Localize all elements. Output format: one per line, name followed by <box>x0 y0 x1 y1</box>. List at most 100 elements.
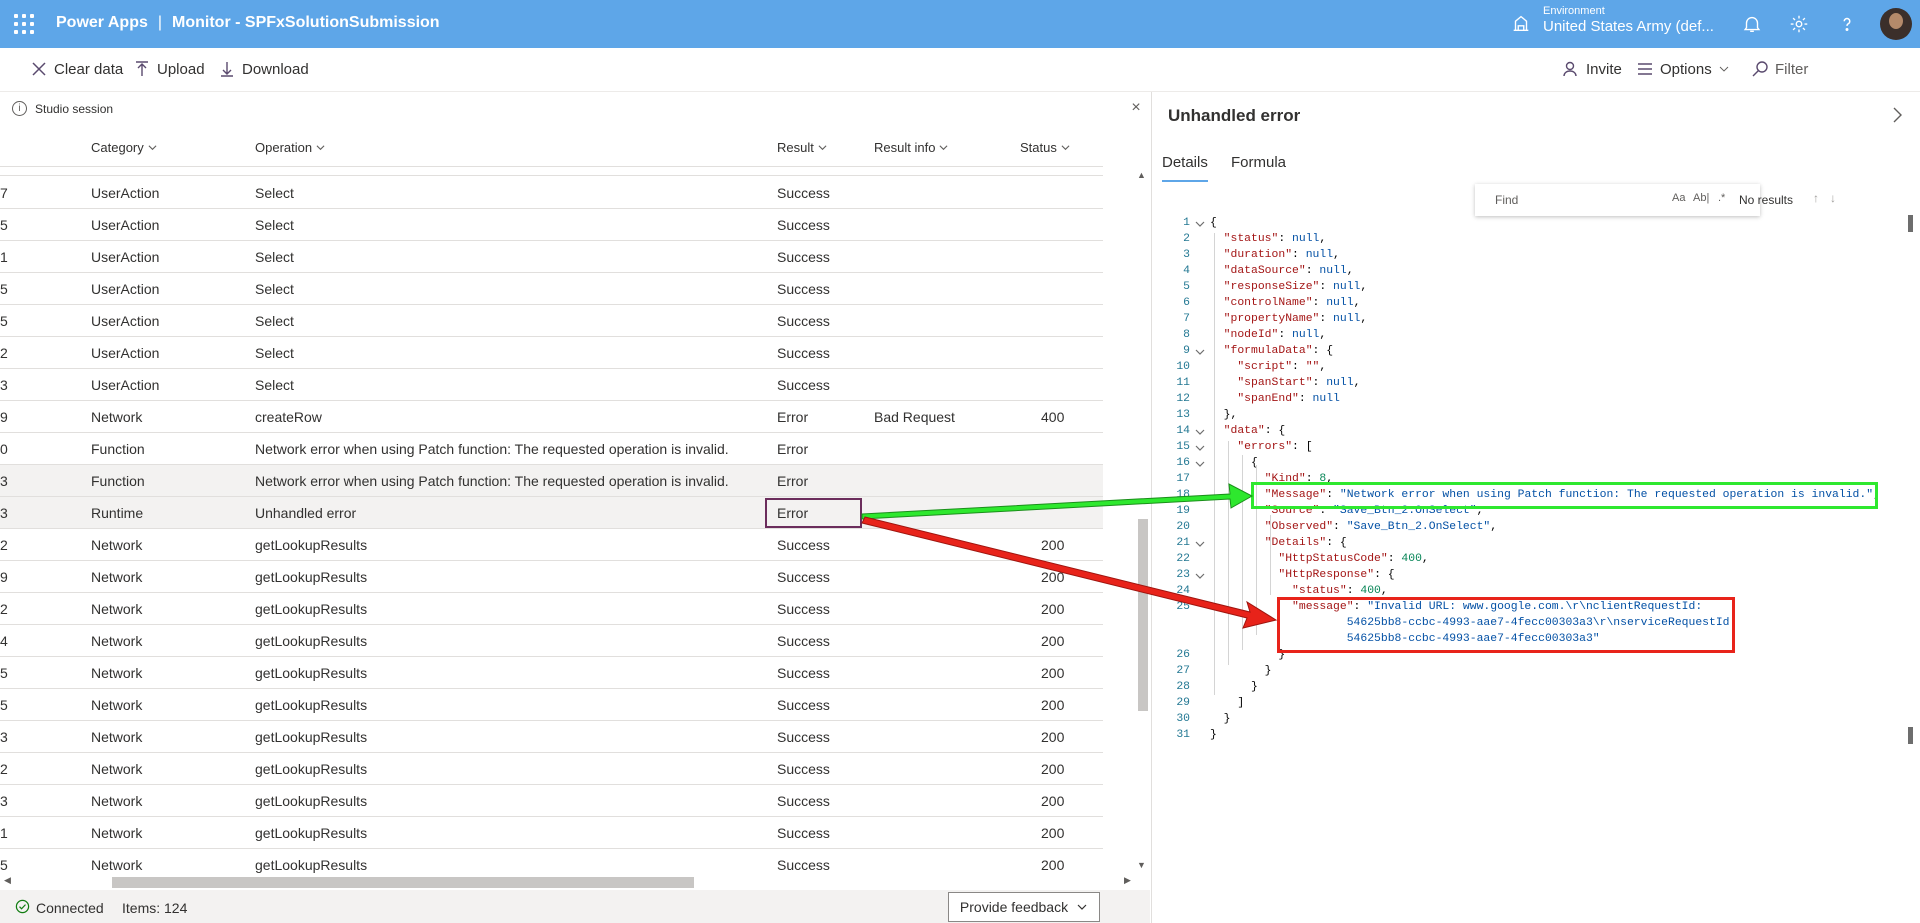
table-row[interactable]: 9 Network getLookupResults Success 200 <box>0 561 1103 593</box>
line-number: 18 <box>1176 489 1190 501</box>
provide-feedback-button[interactable]: Provide feedback <box>948 892 1100 922</box>
result-cell: Success <box>777 217 830 233</box>
settings-gear-icon[interactable] <box>1788 13 1810 35</box>
column-header-label: Category <box>91 140 144 155</box>
code-text: "formulaData": { <box>1210 345 1333 357</box>
fold-chevron-icon[interactable] <box>1195 347 1205 357</box>
category-cell: UserAction <box>91 281 160 297</box>
result-cell: Error <box>777 409 809 425</box>
column-header-result-info[interactable]: Result info <box>874 140 948 155</box>
table-row[interactable]: 2 Network getLookupResults Success 200 <box>0 529 1103 561</box>
fold-chevron-icon[interactable] <box>1195 219 1205 229</box>
table-row[interactable]: 3 UserAction Select Success <box>0 369 1103 401</box>
table-row[interactable]: 5 Network getLookupResults Success 200 <box>0 689 1103 721</box>
tab-details[interactable]: Details <box>1162 154 1208 182</box>
connection-status: Connected <box>36 900 104 916</box>
table-row[interactable]: 4 Network getLookupResults Success 200 <box>0 625 1103 657</box>
table-row[interactable]: 7 UserAction Select Success <box>0 177 1103 209</box>
code-token: , <box>1346 265 1354 277</box>
user-avatar[interactable] <box>1880 8 1912 40</box>
table-row[interactable]: 3 Function Network error when using Patch … <box>0 465 1103 497</box>
regex-icon[interactable]: .* <box>1718 192 1725 204</box>
fold-chevron-icon[interactable] <box>1195 539 1205 549</box>
indent-guide <box>1228 441 1229 665</box>
code-text: "Observed": "Save_Btn_2.OnSelect", <box>1210 521 1497 533</box>
fold-chevron-icon[interactable] <box>1195 459 1205 469</box>
line-number: 11 <box>1176 377 1190 389</box>
table-row[interactable]: 5 UserAction Select Success <box>0 305 1103 337</box>
row-index-cell: 3 <box>0 793 8 809</box>
invite-button[interactable]: Invite <box>1562 60 1622 78</box>
table-row[interactable]: 0 Function Network error when using Patch … <box>0 433 1103 465</box>
filter-button[interactable]: Filter <box>1751 60 1808 78</box>
scrollbar-thumb[interactable] <box>1138 519 1148 711</box>
code-token: null <box>1292 329 1320 341</box>
column-header-category[interactable]: Category <box>91 140 157 155</box>
status-cell: 400 <box>1041 409 1065 425</box>
code-text: } <box>1210 729 1217 741</box>
event-grid: 7 UserAction Select Success 5 UserAction Selec… <box>0 167 1103 873</box>
column-header-status[interactable]: Status <box>1020 140 1070 155</box>
scrollbar-thumb[interactable] <box>112 877 694 888</box>
table-row[interactable]: 1 UserAction Select Success <box>0 241 1103 273</box>
code-text: } <box>1210 681 1258 693</box>
download-button[interactable]: Download <box>218 60 309 78</box>
scroll-down-icon[interactable]: ▼ <box>1137 860 1146 870</box>
table-row-partial[interactable] <box>0 167 1103 176</box>
column-header-operation[interactable]: Operation <box>255 140 325 155</box>
code-token: null <box>1305 249 1334 261</box>
column-header-result[interactable]: Result <box>777 140 827 155</box>
code-token: : <box>1278 329 1293 341</box>
app-launcher-icon[interactable] <box>14 14 34 34</box>
code-token: : { <box>1312 345 1334 357</box>
line-number: 15 <box>1176 441 1190 453</box>
category-cell: UserAction <box>91 249 160 265</box>
next-match-icon[interactable]: ↓ <box>1830 191 1836 205</box>
table-row[interactable]: 3 Network getLookupResults Success 200 <box>0 721 1103 753</box>
row-index-cell: 7 <box>0 185 8 201</box>
upload-button[interactable]: Upload <box>133 60 205 78</box>
scroll-up-icon[interactable]: ▲ <box>1137 170 1146 180</box>
table-row[interactable]: 2 Network getLookupResults Success 200 <box>0 753 1103 785</box>
table-row[interactable]: 9 Network createRow Error Bad Request 400 <box>0 401 1103 433</box>
line-number: 21 <box>1176 537 1190 549</box>
table-row[interactable]: 5 Network getLookupResults Success 200 <box>0 849 1103 873</box>
clear-data-button[interactable]: Clear data <box>30 60 123 78</box>
close-icon[interactable]: × <box>1128 100 1144 116</box>
match-case-icon[interactable]: Aa <box>1672 192 1685 204</box>
tab-formula[interactable]: Formula <box>1231 154 1286 171</box>
environment-icon[interactable] <box>1510 12 1532 34</box>
table-row[interactable]: 5 Network getLookupResults Success 200 <box>0 657 1103 689</box>
table-row[interactable]: 5 UserAction Select Success <box>0 273 1103 305</box>
table-row[interactable]: 3 Runtime Unhandled error Error <box>0 497 1103 529</box>
vertical-scrollbar[interactable]: ▲ ▼ <box>1135 167 1149 873</box>
fold-chevron-icon[interactable] <box>1195 427 1205 437</box>
table-row[interactable]: 5 UserAction Select Success <box>0 209 1103 241</box>
table-row[interactable]: 1 Network getLookupResults Success 200 <box>0 817 1103 849</box>
scroll-right-icon[interactable]: ▶ <box>1124 875 1131 886</box>
code-token: , <box>1319 233 1327 245</box>
app-name[interactable]: Power Apps <box>56 14 148 31</box>
table-row[interactable]: 2 UserAction Select Success <box>0 337 1103 369</box>
fold-chevron-icon[interactable] <box>1195 571 1205 581</box>
row-index-cell: 9 <box>0 569 8 585</box>
help-icon[interactable] <box>1836 13 1858 35</box>
code-line: 10 "script": "", <box>1152 361 1920 377</box>
notifications-icon[interactable] <box>1741 13 1763 35</box>
scroll-left-icon[interactable]: ◀ <box>4 875 11 886</box>
table-row[interactable]: 3 Network getLookupResults Success 200 <box>0 785 1103 817</box>
match-whole-word-icon[interactable]: Ab| <box>1693 192 1709 204</box>
environment-selector[interactable]: United States Army (def... <box>1543 18 1714 35</box>
horizontal-scrollbar[interactable]: ◀ ▶ <box>0 875 1135 889</box>
previous-match-icon[interactable]: ↑ <box>1813 191 1819 205</box>
table-row[interactable]: 2 Network getLookupResults Success 200 <box>0 593 1103 625</box>
fold-chevron-icon[interactable] <box>1195 443 1205 453</box>
chevron-down-icon <box>148 145 157 151</box>
chevron-right-icon[interactable] <box>1888 106 1906 124</box>
code-text: "errors": [ <box>1210 441 1312 453</box>
status-cell: 200 <box>1041 825 1065 841</box>
json-code-viewer[interactable]: 1{2 "status": null, 3 "duration": null, 4 … <box>1152 215 1920 745</box>
code-token: "HttpResponse" <box>1210 569 1375 581</box>
options-button[interactable]: Options <box>1636 60 1730 78</box>
find-input[interactable] <box>1495 189 1690 211</box>
